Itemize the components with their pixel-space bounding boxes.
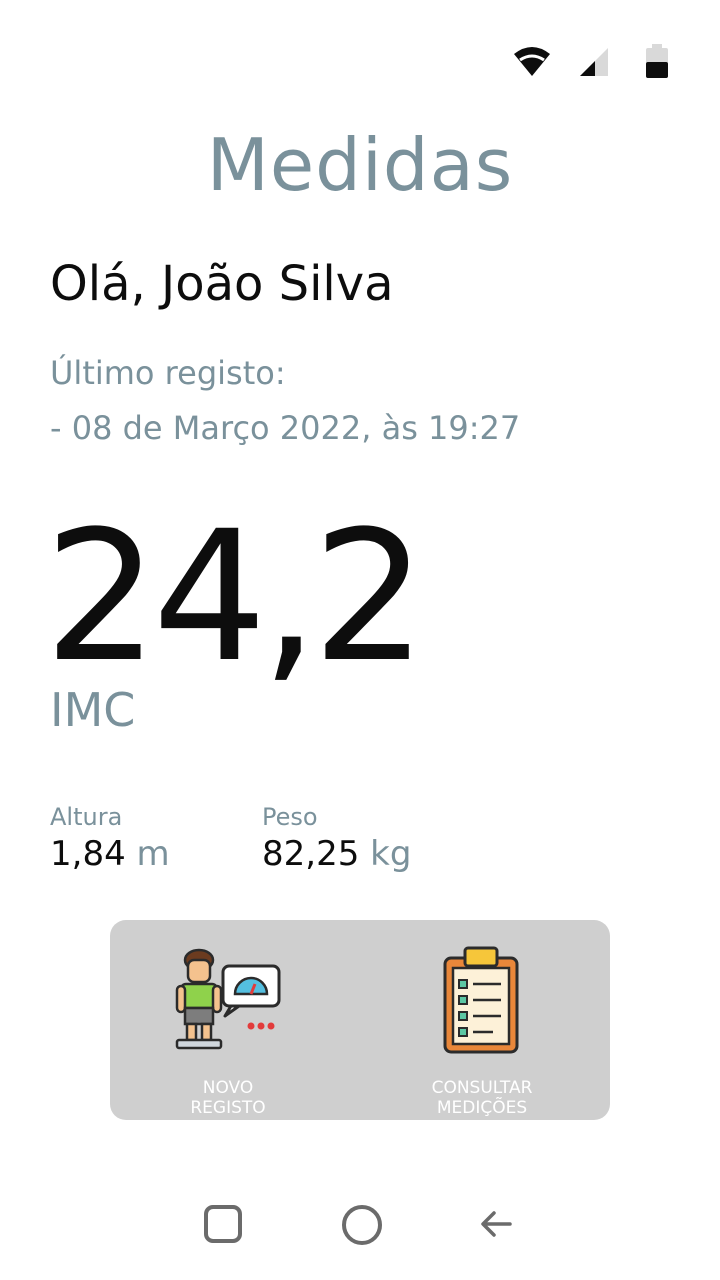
battery-icon: [646, 44, 668, 78]
altura-value-row: 1,84 m: [50, 832, 170, 876]
peso-label: Peso: [262, 803, 318, 831]
wifi-icon: [514, 47, 550, 76]
clipboard-checklist-icon: [443, 946, 519, 1054]
peso-value-row: 82,25 kg: [262, 832, 411, 876]
imc-label: IMC: [50, 683, 136, 737]
consultar-medicoes-label: CONSULTAR MEDIÇÕES: [431, 1078, 533, 1118]
home-icon[interactable]: [340, 1203, 384, 1247]
page-title: Medidas: [206, 123, 514, 207]
last-record-label: Último registo:: [50, 354, 286, 392]
altura-unit: m: [136, 834, 170, 874]
altura-label: Altura: [50, 803, 123, 831]
back-icon[interactable]: [478, 1206, 514, 1242]
person-on-scale-icon: [175, 948, 281, 1050]
altura-value: 1,84: [50, 834, 126, 874]
novo-registo-label: NOVO REGISTO: [190, 1078, 266, 1118]
last-record-date: - 08 de Março 2022, às 19:27: [50, 409, 521, 447]
consultar-medicoes-button[interactable]: CONSULTAR MEDIÇÕES: [382, 938, 582, 1118]
recent-apps-icon[interactable]: [203, 1204, 243, 1244]
peso-unit: kg: [370, 834, 412, 874]
novo-registo-button[interactable]: NOVO REGISTO: [128, 938, 328, 1118]
imc-value: 24,2: [44, 493, 427, 702]
signal-icon: [580, 48, 608, 76]
actions-panel: NOVO REGISTO CONSULTAR MEDIÇÕES: [110, 920, 610, 1120]
greeting-text: Olá, João Silva: [50, 256, 394, 312]
peso-value: 82,25: [262, 834, 360, 874]
